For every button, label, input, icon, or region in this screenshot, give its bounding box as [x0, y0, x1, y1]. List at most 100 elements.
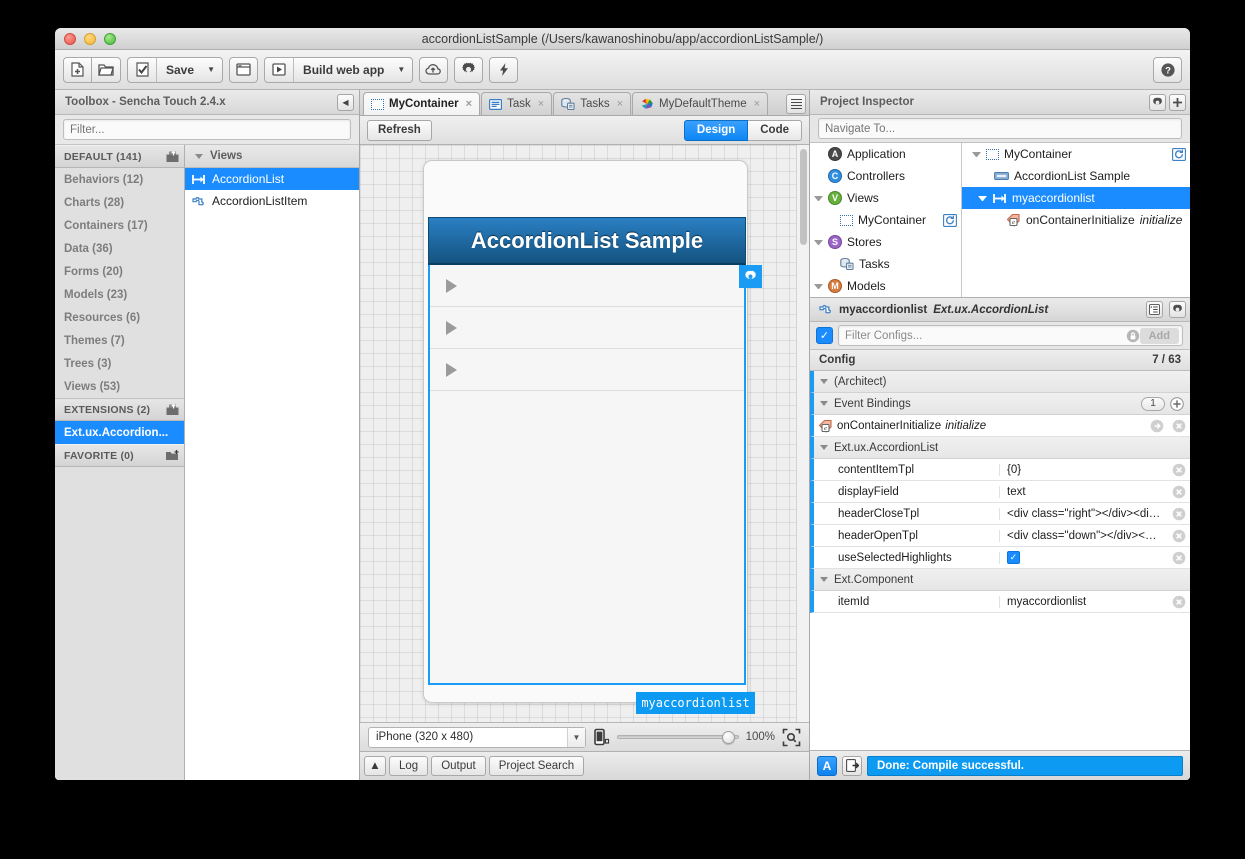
zoom-slider[interactable]	[617, 727, 739, 748]
toolbox-category-views[interactable]: Views (53)	[55, 375, 184, 398]
chevron-down-icon[interactable]	[978, 195, 987, 201]
config-value[interactable]: text	[1000, 486, 1168, 498]
bottom-tab-project-search[interactable]: Project Search	[488, 756, 585, 776]
tab-mydefaulttheme[interactable]: MyDefaultTheme ×	[632, 92, 769, 115]
toolbox-section-extensions[interactable]: EXTENSIONS (2)	[55, 398, 184, 421]
tab-design[interactable]: Design	[683, 119, 749, 141]
open-log-icon[interactable]	[842, 755, 862, 776]
preview-titlebar[interactable]: AccordionList Sample	[428, 217, 746, 265]
plus-icon[interactable]	[1170, 396, 1184, 411]
plus-icon[interactable]	[1169, 93, 1186, 111]
config-list-icon[interactable]	[1146, 301, 1163, 318]
chevron-down-icon[interactable]	[972, 151, 981, 157]
config-event-row[interactable]: e onContainerInitialize initialize	[810, 415, 1190, 437]
toolbox-category-charts[interactable]: Charts (28)	[55, 191, 184, 214]
chevron-down-icon[interactable]	[814, 195, 823, 201]
zoom-slider-knob[interactable]	[721, 730, 735, 744]
toolbox-category-forms[interactable]: Forms (20)	[55, 260, 184, 283]
tab-code[interactable]: Code	[748, 119, 802, 141]
gear-icon[interactable]	[1149, 93, 1166, 111]
refresh-view-icon[interactable]	[1172, 147, 1186, 161]
collapse-left-icon[interactable]: ◀	[337, 93, 354, 111]
config-group-architect[interactable]: (Architect)	[810, 371, 1190, 393]
config-value[interactable]: <div class="right"></div><di…	[1000, 508, 1168, 520]
config-row-useselectedhighlights[interactable]: useSelectedHighlights ✓	[810, 547, 1190, 569]
project-settings-button[interactable]	[454, 56, 484, 83]
chevron-down-icon[interactable]: ▼	[394, 65, 412, 74]
config-value[interactable]: myaccordionlist	[1000, 596, 1168, 608]
bottom-tab-log[interactable]: Log	[389, 756, 429, 776]
save-split-button[interactable]: Save ▼	[127, 56, 224, 83]
config-row-displayfield[interactable]: displayField text	[810, 481, 1190, 503]
config-row-contentitemtpl[interactable]: contentItemTpl {0}	[810, 459, 1190, 481]
chevron-down-icon[interactable]: ▼	[204, 65, 222, 74]
toolbox-section-favorite[interactable]: FAVORITE (0)	[55, 444, 184, 467]
architect-badge[interactable]: A	[817, 755, 837, 776]
close-icon[interactable]: ×	[538, 98, 544, 110]
palette-item-accordionlist[interactable]: AccordionList	[185, 168, 359, 190]
add-config-button[interactable]: Add	[1139, 327, 1179, 344]
close-icon[interactable]: ×	[754, 98, 760, 110]
inspector-tree-left[interactable]: A Application C Controllers V Views MyCo…	[810, 143, 962, 297]
design-canvas[interactable]: AccordionList Sample myaccordionlist	[360, 145, 809, 722]
config-group-event-bindings[interactable]: Event Bindings 1	[810, 393, 1190, 415]
add-folder-icon[interactable]	[165, 449, 180, 462]
config-value[interactable]: <div class="down"></div><…	[1000, 530, 1168, 542]
bottom-tab-output[interactable]: Output	[431, 756, 486, 776]
toolbox-category-themes[interactable]: Themes (7)	[55, 329, 184, 352]
lock-icon[interactable]	[1126, 329, 1140, 343]
config-enabled-checkbox[interactable]: ✓	[816, 327, 833, 344]
tree-node-mycontainer-root[interactable]: MyContainer	[962, 143, 1190, 165]
config-group-ext-component[interactable]: Ext.Component	[810, 569, 1190, 591]
tab-mycontainer[interactable]: MyContainer ×	[363, 92, 481, 115]
preview-accordion-list[interactable]	[428, 265, 746, 685]
palette-item-accordionlistitem[interactable]: AccordionListItem	[185, 190, 359, 212]
config-value[interactable]: {0}	[1000, 464, 1168, 476]
accordion-row[interactable]	[430, 307, 744, 349]
accordion-row[interactable]	[430, 349, 744, 391]
import-box-icon[interactable]	[165, 150, 180, 163]
maximize-window-button[interactable]	[104, 32, 116, 45]
tree-node-application[interactable]: A Application	[810, 143, 961, 165]
inspector-tree-right[interactable]: MyContainer AccordionList Sample myaccor…	[962, 143, 1190, 297]
config-row-itemid[interactable]: itemId myaccordionlist	[810, 591, 1190, 613]
toolbox-category-models[interactable]: Models (23)	[55, 283, 184, 306]
config-value[interactable]: ✓	[1000, 551, 1168, 564]
goto-event-icon[interactable]	[1146, 419, 1168, 433]
delete-config-icon[interactable]	[1168, 485, 1190, 499]
tree-node-views[interactable]: V Views	[810, 187, 961, 209]
delete-config-icon[interactable]	[1168, 551, 1190, 565]
tree-node-oncontainerinitialize[interactable]: e onContainerInitialize initialize	[962, 209, 1190, 231]
delete-config-icon[interactable]	[1168, 507, 1190, 521]
delete-config-icon[interactable]	[1168, 595, 1190, 609]
palette-group-header[interactable]: Views	[185, 145, 359, 168]
canvas-scrollbar[interactable]	[796, 145, 809, 722]
close-icon[interactable]: ×	[617, 98, 623, 110]
delete-config-icon[interactable]	[1168, 463, 1190, 477]
tree-node-models[interactable]: M Models	[810, 275, 961, 297]
orientation-toggle-button[interactable]	[593, 728, 610, 746]
chevron-down-icon[interactable]	[814, 239, 823, 245]
help-button[interactable]: ?	[1153, 56, 1182, 83]
close-window-button[interactable]	[64, 32, 76, 45]
delete-config-icon[interactable]	[1168, 529, 1190, 543]
chevron-down-icon[interactable]: ▼	[567, 727, 585, 747]
config-rows[interactable]: (Architect) Event Bindings 1 e onContain…	[810, 371, 1190, 750]
tree-node-mycontainer[interactable]: MyContainer	[810, 209, 961, 231]
delete-binding-icon[interactable]	[1168, 419, 1190, 433]
deploy-button[interactable]	[419, 56, 449, 83]
toolbox-category-ext-ux-accordion[interactable]: Ext.ux.Accordion...	[55, 421, 184, 444]
toolbox-category-trees[interactable]: Trees (3)	[55, 352, 184, 375]
device-select[interactable]: iPhone (320 x 480) ▼	[368, 726, 586, 748]
config-filter-field[interactable]: Filter Configs... Add	[838, 325, 1183, 346]
new-project-button[interactable]	[63, 56, 92, 83]
fit-to-screen-button[interactable]	[782, 728, 801, 747]
import-box-icon[interactable]	[165, 403, 180, 416]
accordion-row[interactable]	[430, 265, 744, 307]
close-icon[interactable]: ×	[466, 98, 472, 110]
config-row-headerclosetpl[interactable]: headerCloseTpl <div class="right"></div>…	[810, 503, 1190, 525]
toolbox-category-data[interactable]: Data (36)	[55, 237, 184, 260]
tree-node-controllers[interactable]: C Controllers	[810, 165, 961, 187]
list-menu-icon[interactable]	[786, 94, 806, 114]
navigate-to-input[interactable]	[818, 118, 1182, 139]
